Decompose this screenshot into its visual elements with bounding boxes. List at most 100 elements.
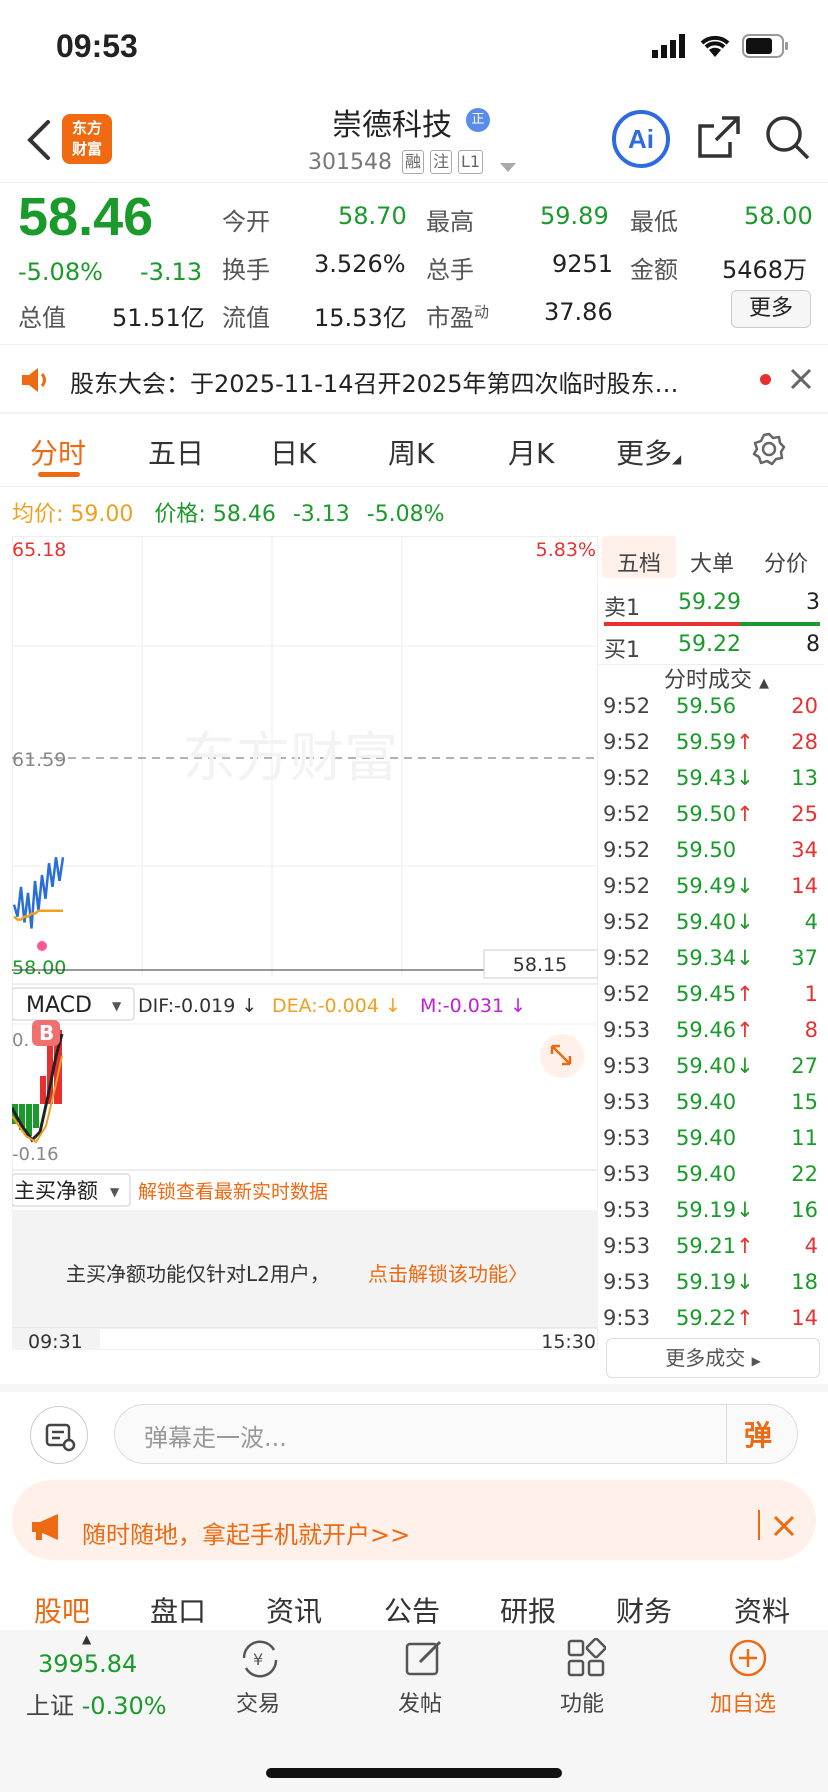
trade-volume: 15 — [791, 1090, 818, 1114]
trade-volume: 13 — [791, 766, 818, 790]
tab-daily-k[interactable]: 日K — [270, 432, 316, 472]
amount-value: 5468万 — [722, 256, 808, 284]
search-icon[interactable] — [764, 114, 812, 166]
macd-caret-icon: ▼ — [112, 999, 122, 1013]
svg-text:¥: ¥ — [253, 1650, 263, 1669]
trade-time: 9:52 — [603, 874, 651, 898]
netbuy-unlock-link[interactable]: 点击解锁该功能〉 — [368, 1262, 528, 1286]
trade-icon[interactable]: ¥ — [238, 1638, 282, 1684]
volume-label: 总手 — [426, 256, 474, 284]
float-value: 15.53亿 — [314, 304, 407, 332]
netbuy-caret-icon: ▼ — [110, 1185, 120, 1199]
close-notice-icon[interactable] — [788, 366, 814, 396]
buy1-vol: 8 — [806, 632, 820, 657]
trade-price: 59.50↑ — [676, 802, 754, 826]
close-promo-icon[interactable] — [772, 1514, 796, 1542]
tab-pankou[interactable]: 盘口 — [150, 1590, 206, 1630]
tab-announcements[interactable]: 公告 — [384, 1590, 440, 1630]
speaker-icon — [20, 366, 50, 398]
unlock-link[interactable]: 解锁查看最新实时数据 — [138, 1181, 328, 1203]
low-label: 最低 — [630, 208, 678, 236]
trade-volume: 20 — [791, 694, 818, 718]
ob-tab-big-orders[interactable]: 大单 — [690, 546, 734, 578]
share-icon[interactable] — [696, 114, 742, 164]
trade-time: 9:53 — [603, 1018, 651, 1042]
post-label[interactable]: 发帖 — [398, 1686, 442, 1718]
danmu-send-button[interactable]: 弹 — [744, 1414, 772, 1454]
trades-title[interactable]: 分时成交 ▲ — [664, 662, 769, 694]
tab-research[interactable]: 研报 — [500, 1590, 556, 1630]
crosshair-dot — [37, 941, 47, 951]
intraday-chart[interactable]: 东方财富 65.18 61.59 58.00 5.83% 58.15 MACD … — [12, 536, 598, 1350]
trade-volume: 22 — [791, 1162, 818, 1186]
trade-volume: 25 — [791, 802, 818, 826]
avg-price-row: 均价: 59.00 价格: 58.46 -3.13 -5.08% — [12, 502, 445, 527]
trade-time: 9:53 — [603, 1090, 651, 1114]
stock-code: 301548 — [308, 150, 392, 175]
function-grid-icon[interactable] — [566, 1637, 607, 1682]
sell1-label: 卖1 — [604, 596, 640, 621]
more-trades-button[interactable]: 更多成交 ▶ — [606, 1338, 820, 1378]
stock-name: 崇德科技 — [332, 108, 452, 143]
settings-gear-icon[interactable] — [752, 432, 786, 470]
trade-price: 59.19↓ — [676, 1198, 754, 1222]
trade-direction-icon: ↓ — [736, 910, 754, 934]
trade-price: 59.40 — [676, 1126, 737, 1150]
trade-time: 9:52 — [603, 838, 651, 862]
more-quote-button[interactable]: 更多 — [731, 290, 811, 328]
dropdown-caret-icon[interactable] — [500, 158, 516, 177]
tab-guba[interactable]: 股吧 — [34, 1590, 90, 1630]
mktcap-label: 总值 — [18, 304, 66, 332]
trade-volume: 16 — [791, 1198, 818, 1222]
volume-value: 9251 — [552, 250, 614, 278]
trade-label[interactable]: 交易 — [236, 1686, 280, 1718]
wifi-icon — [698, 32, 732, 62]
turnover-label: 换手 — [222, 256, 270, 284]
notice-text[interactable]: 股东大会：于2025-11-14召开2025年第四次临时股东… — [70, 364, 679, 399]
ob-tab-five-levels[interactable]: 五档 — [617, 546, 661, 578]
function-label[interactable]: 功能 — [560, 1686, 604, 1718]
trade-time: 9:52 — [603, 802, 651, 826]
trade-price: 59.22↑ — [676, 1306, 754, 1330]
trade-time: 9:53 — [603, 1162, 651, 1186]
tab-more[interactable]: 更多◢ — [616, 432, 681, 472]
trade-time: 9:52 — [603, 766, 651, 790]
chart-watermark: 东方财富 — [182, 726, 398, 789]
trade-volume: 27 — [791, 1054, 818, 1078]
trade-price: 59.34↓ — [676, 946, 754, 970]
ob-tab-price-dist[interactable]: 分价 — [764, 546, 808, 578]
pe-value: 37.86 — [544, 298, 613, 326]
tab-profile[interactable]: 资料 — [734, 1590, 790, 1630]
tab-weekly-k[interactable]: 周K — [388, 432, 434, 472]
trade-direction-icon: ↑ — [736, 1234, 754, 1258]
index-up-caret-icon: ▲ — [82, 1632, 92, 1646]
trade-volume: 1 — [804, 982, 818, 1006]
tab-monthly-k[interactable]: 月K — [508, 432, 554, 472]
tab-five-day[interactable]: 五日 — [148, 432, 204, 472]
trade-time: 9:52 — [603, 730, 651, 754]
trade-volume: 37 — [791, 946, 818, 970]
tab-intraday[interactable]: 分时 — [30, 432, 86, 472]
add-watchlist-label[interactable]: 加自选 — [710, 1686, 776, 1718]
trade-price: 59.43↓ — [676, 766, 754, 790]
post-icon[interactable] — [404, 1638, 444, 1682]
buy1-price: 59.22 — [678, 632, 741, 657]
mktcap-value: 51.51亿 — [112, 304, 205, 332]
tag-level1: L1 — [458, 150, 484, 174]
tab-finance[interactable]: 财务 — [616, 1590, 672, 1630]
ai-button[interactable]: Ai — [612, 110, 670, 168]
x-axis-start: 09:31 — [28, 1331, 83, 1350]
pct-axis-top: 5.83% — [536, 539, 596, 561]
index-value[interactable]: 3995.84 — [38, 1650, 137, 1678]
index-ticker[interactable]: 上证 -0.30% — [26, 1686, 167, 1721]
trade-direction-icon: ↑ — [736, 802, 754, 826]
trade-time: 9:53 — [603, 1270, 651, 1294]
promo-text[interactable]: 随时随地，拿起手机就开户>> — [82, 1515, 410, 1550]
add-watchlist-icon[interactable] — [728, 1638, 768, 1682]
tab-news[interactable]: 资讯 — [266, 1590, 322, 1630]
trade-price: 59.50 — [676, 838, 737, 862]
back-button[interactable] — [24, 118, 64, 162]
change-amount: -3.13 — [140, 258, 203, 286]
danmu-toggle-icon[interactable] — [30, 1406, 88, 1464]
trade-direction-icon: ↓ — [736, 946, 754, 970]
